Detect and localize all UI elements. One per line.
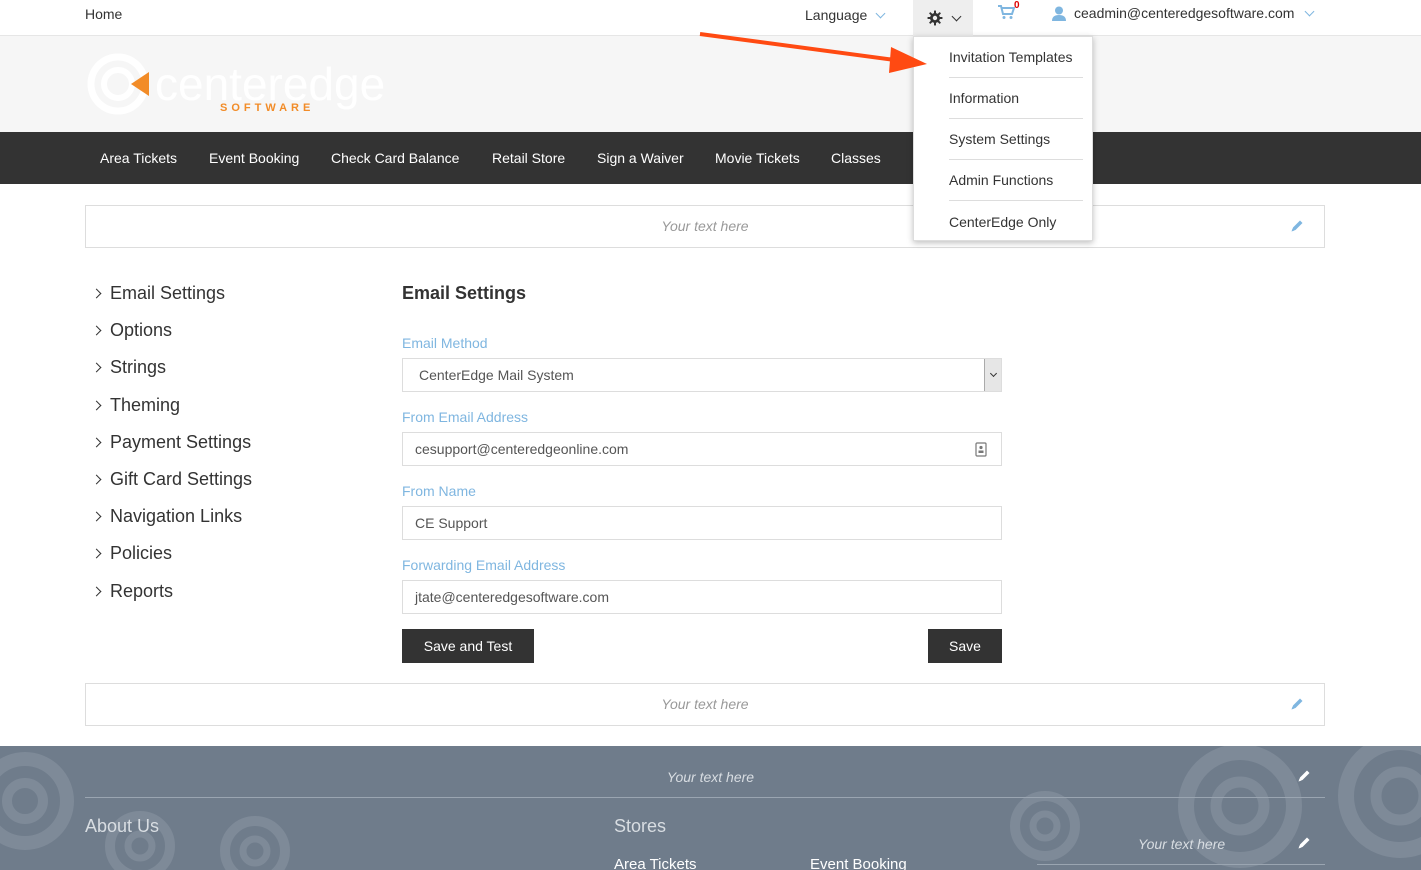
- sidebar-item-label: Gift Card Settings: [110, 469, 253, 489]
- cart-icon: [998, 5, 1016, 19]
- nav-check-card-balance[interactable]: Check Card Balance: [331, 150, 459, 166]
- menu-item-admin-functions[interactable]: Admin Functions: [949, 160, 1083, 201]
- annotation-arrow: [699, 32, 927, 73]
- user-email: ceadmin@centeredgesoftware.com: [1074, 5, 1295, 21]
- chevron-down-icon: [989, 369, 997, 378]
- sidebar-item-reports[interactable]: Reports: [91, 581, 174, 602]
- language-label: Language: [805, 7, 868, 23]
- nav-sign-a-waiver[interactable]: Sign a Waiver: [597, 150, 684, 166]
- footer: Your text here About Us Stores Area Tick…: [0, 746, 1421, 870]
- chevron-down-icon: [1304, 6, 1315, 16]
- sidebar-item-label: Navigation Links: [110, 506, 243, 526]
- sidebar-item-label: Options: [110, 320, 173, 340]
- nav-classes[interactable]: Classes: [831, 150, 881, 166]
- from-email-label: From Email Address: [402, 409, 529, 425]
- footer-link-area-tickets[interactable]: Area Tickets: [614, 856, 697, 870]
- footer-heading-about-us: About Us: [85, 816, 160, 836]
- footer-divider: [85, 797, 1325, 798]
- chevron-right-icon: [91, 437, 102, 448]
- from-name-value: CE Support: [415, 515, 488, 531]
- sidebar-item-strings[interactable]: Strings: [91, 357, 167, 378]
- footer-divider: [1037, 864, 1325, 865]
- cart-count-badge: 0: [1014, 0, 1020, 11]
- watermark-logo: [0, 752, 74, 850]
- chevron-right-icon: [91, 325, 102, 336]
- page-title: Email Settings: [402, 283, 527, 303]
- main-navigation: Area Tickets Event Booking Check Card Ba…: [0, 132, 1421, 184]
- email-method-value: CenterEdge Mail System: [419, 367, 574, 383]
- from-name-field[interactable]: CE Support: [402, 506, 1002, 540]
- placeholder-text: Your text here: [1138, 836, 1226, 852]
- forwarding-email-value: jtate@centeredgesoftware.com: [415, 589, 609, 605]
- user-menu[interactable]: ceadmin@centeredgesoftware.com: [1052, 5, 1315, 21]
- forwarding-email-label: Forwarding Email Address: [402, 557, 566, 573]
- menu-item-system-settings[interactable]: System Settings: [949, 119, 1083, 160]
- watermark-logo: [1338, 746, 1421, 858]
- select-dropdown-button[interactable]: [984, 359, 1001, 391]
- contact-card-icon[interactable]: [975, 442, 987, 457]
- editable-text-strip-bottom: Your text here: [85, 683, 1325, 726]
- sidebar-item-email-settings[interactable]: Email Settings: [91, 283, 226, 304]
- watermark-logo: [220, 816, 290, 870]
- user-icon: [1052, 6, 1066, 21]
- nav-retail-store[interactable]: Retail Store: [492, 150, 565, 166]
- chevron-right-icon: [91, 288, 102, 299]
- forwarding-email-field[interactable]: jtate@centeredgesoftware.com: [402, 580, 1002, 614]
- chevron-down-icon: [951, 11, 961, 21]
- save-and-test-button[interactable]: Save and Test: [402, 629, 534, 663]
- pencil-icon[interactable]: [1290, 697, 1304, 711]
- pencil-icon[interactable]: [1290, 219, 1304, 233]
- nav-movie-tickets[interactable]: Movie Tickets: [715, 150, 800, 166]
- sidebar-item-payment-settings[interactable]: Payment Settings: [91, 432, 252, 453]
- watermark-logo: [1010, 791, 1080, 861]
- footer-heading-stores: Stores: [614, 816, 667, 836]
- sidebar-item-label: Payment Settings: [110, 432, 252, 452]
- menu-item-centeredge-only[interactable]: CenterEdge Only: [949, 201, 1083, 242]
- email-method-label: Email Method: [402, 335, 488, 351]
- cart-button[interactable]: [997, 4, 1016, 25]
- pencil-icon[interactable]: [1297, 769, 1311, 783]
- gear-icon: [927, 10, 942, 26]
- nav-event-booking[interactable]: Event Booking: [209, 150, 299, 166]
- sidebar-item-options[interactable]: Options: [91, 320, 173, 341]
- chevron-right-icon: [91, 474, 102, 485]
- sidebar-item-label: Theming: [110, 395, 181, 415]
- chevron-down-icon: [875, 8, 886, 18]
- sidebar-item-label: Reports: [110, 581, 174, 601]
- save-button[interactable]: Save: [928, 629, 1002, 663]
- sidebar-item-label: Strings: [110, 357, 167, 377]
- chevron-right-icon: [91, 362, 102, 373]
- home-link[interactable]: Home: [85, 6, 122, 22]
- language-selector[interactable]: Language: [805, 7, 886, 23]
- chevron-right-icon: [91, 548, 102, 559]
- chevron-right-icon: [91, 400, 102, 411]
- menu-item-invitation-templates[interactable]: Invitation Templates: [949, 37, 1083, 78]
- email-method-select[interactable]: CenterEdge Mail System: [402, 358, 1002, 392]
- nav-area-tickets[interactable]: Area Tickets: [100, 150, 177, 166]
- sidebar-item-label: Email Settings: [110, 283, 226, 303]
- pencil-icon[interactable]: [1297, 836, 1311, 850]
- footer-link-event-booking[interactable]: Event Booking: [810, 856, 907, 870]
- sidebar-item-theming[interactable]: Theming: [91, 395, 181, 416]
- sidebar-item-gift-card-settings[interactable]: Gift Card Settings: [91, 469, 253, 490]
- from-email-field[interactable]: cesupport@centeredgeonline.com: [402, 432, 1002, 466]
- chevron-right-icon: [91, 586, 102, 597]
- placeholder-text: Your text here: [661, 218, 749, 234]
- from-name-label: From Name: [402, 483, 476, 499]
- settings-dropdown-menu: Invitation Templates Information System …: [913, 36, 1093, 241]
- placeholder-text: Your text here: [661, 696, 749, 712]
- chevron-right-icon: [91, 511, 102, 522]
- sidebar-item-label: Policies: [110, 543, 173, 563]
- sidebar-item-navigation-links[interactable]: Navigation Links: [91, 506, 243, 527]
- sidebar-item-policies[interactable]: Policies: [91, 543, 173, 564]
- placeholder-text: Your text here: [666, 769, 755, 785]
- logo-software-text: SOFTWARE: [220, 102, 315, 114]
- menu-item-information[interactable]: Information: [949, 78, 1083, 119]
- editable-text-strip-top: Your text here: [85, 205, 1325, 248]
- from-email-value: cesupport@centeredgeonline.com: [415, 441, 629, 457]
